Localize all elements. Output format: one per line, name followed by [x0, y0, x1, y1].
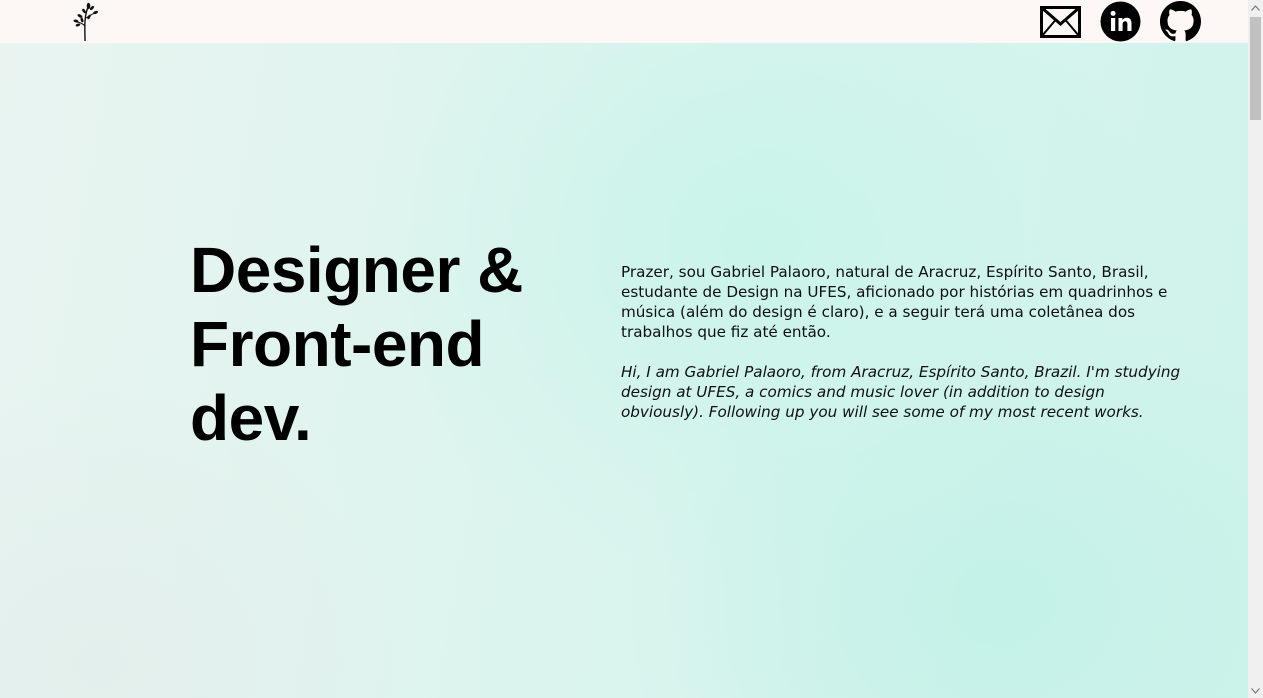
- top-navigation-bar: [0, 0, 1248, 43]
- page: Designer & Front-end dev. Prazer, sou Ga…: [0, 0, 1263, 698]
- hero-headline: Designer & Front-end dev.: [190, 233, 610, 455]
- github-link[interactable]: [1160, 1, 1201, 42]
- plant-sprout-icon: [73, 2, 98, 42]
- logo-link[interactable]: [72, 2, 100, 42]
- scroll-down-arrow[interactable]: [1248, 683, 1263, 698]
- envelope-icon: [1040, 5, 1081, 38]
- linkedin-icon: [1100, 1, 1141, 42]
- email-link[interactable]: [1040, 1, 1081, 42]
- scroll-up-arrow[interactable]: [1248, 0, 1263, 15]
- intro-english: Hi, I am Gabriel Palaoro, from Aracruz, …: [621, 363, 1181, 421]
- intro-portuguese: Prazer, sou Gabriel Palaoro, natural de …: [621, 263, 1168, 341]
- headline-line-3: dev.: [190, 382, 312, 454]
- scrollbar-thumb[interactable]: [1250, 17, 1261, 120]
- vertical-scrollbar[interactable]: [1248, 0, 1263, 698]
- github-icon: [1160, 1, 1201, 41]
- arrow-down-icon: [1251, 687, 1260, 694]
- headline-line-2: Front-end: [190, 308, 485, 380]
- arrow-up-icon: [1251, 4, 1260, 11]
- linkedin-link[interactable]: [1100, 1, 1141, 42]
- intro-text: Prazer, sou Gabriel Palaoro, natural de …: [621, 262, 1181, 422]
- headline-line-1: Designer &: [190, 234, 523, 306]
